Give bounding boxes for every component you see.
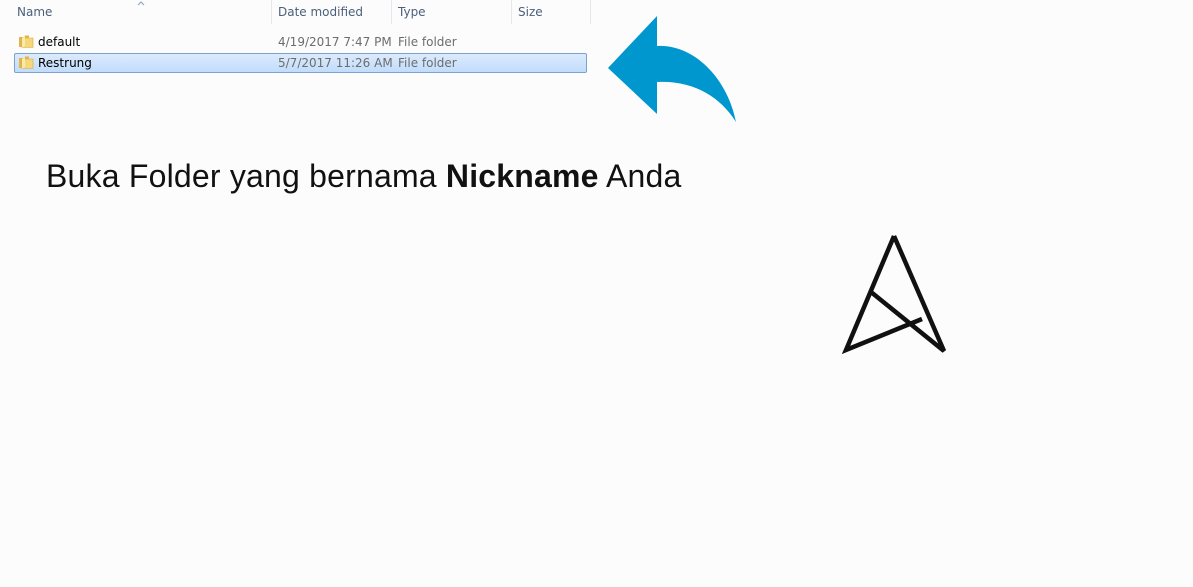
- file-date-modified: 5/7/2017 11:26 AM: [278, 56, 393, 70]
- column-header-date-label: Date modified: [278, 5, 364, 19]
- file-type: File folder: [398, 56, 457, 70]
- sort-up-arrow-icon: [137, 1, 145, 6]
- curved-arrow-icon: [608, 16, 736, 122]
- instruction-after: Anda: [598, 158, 682, 194]
- file-name: Restrung: [38, 56, 92, 70]
- column-header-size[interactable]: Size: [511, 0, 591, 24]
- file-type: File folder: [398, 35, 457, 49]
- column-header-type-label: Type: [398, 5, 426, 19]
- instruction-before: Buka Folder yang bernama: [46, 158, 446, 194]
- folder-icon: [19, 56, 34, 69]
- triangle-logo-icon: [841, 235, 947, 355]
- folder-icon: [19, 35, 34, 48]
- column-header-type[interactable]: Type: [391, 0, 511, 24]
- file-name: default: [38, 35, 81, 49]
- instruction-text: Buka Folder yang bernama Nickname Anda: [46, 158, 682, 195]
- file-explorer-pane: Name Date modified Type Size default 4/1…: [0, 0, 600, 80]
- column-header-date-modified[interactable]: Date modified: [271, 0, 391, 24]
- instruction-bold-nickname: Nickname: [445, 158, 599, 194]
- column-header-name-label: Name: [17, 5, 53, 19]
- file-row-default[interactable]: default 4/19/2017 7:47 PM File folder: [14, 32, 587, 52]
- column-header-size-label: Size: [518, 5, 543, 19]
- file-row-restrung[interactable]: Restrung 5/7/2017 11:26 AM File folder: [14, 53, 587, 73]
- file-date-modified: 4/19/2017 7:47 PM: [278, 35, 392, 49]
